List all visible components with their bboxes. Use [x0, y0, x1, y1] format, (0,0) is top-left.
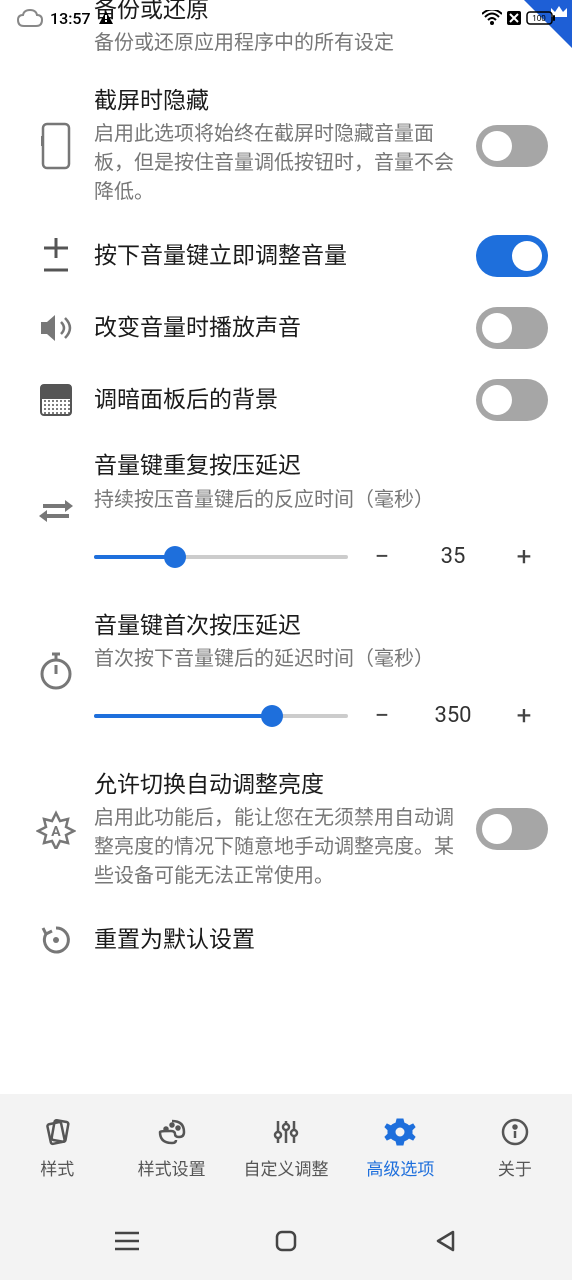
battery-icon: 100 — [526, 11, 556, 25]
setting-title: 调暗面板后的背景 — [94, 384, 462, 416]
setting-play-sound[interactable]: 改变音量时播放声音 — [0, 292, 572, 364]
decrease-repeat-delay-button[interactable]: − — [358, 542, 406, 572]
setting-reset[interactable]: 重置为默认设置 — [0, 904, 572, 976]
system-nav — [0, 1202, 572, 1280]
toggle-dim-background[interactable] — [476, 379, 548, 421]
settings-list: 备份或还原 备份或还原应用程序中的所有设定 截屏时隐藏 启用此选项将始终在截屏时… — [0, 0, 572, 1094]
phone-icon — [39, 122, 73, 170]
cards-icon — [41, 1117, 73, 1147]
back-icon — [434, 1229, 456, 1253]
setting-title: 音量键首次按压延迟 — [94, 610, 548, 642]
tab-custom[interactable]: 自定义调整 — [229, 1094, 343, 1202]
first-delay-value: 350 — [416, 703, 490, 728]
increase-repeat-delay-button[interactable]: + — [500, 542, 548, 572]
setting-first-delay: 音量键首次按压延迟 首次按下音量键后的延迟时间（毫秒） − 350 + — [0, 596, 572, 755]
slider-repeat-delay[interactable] — [94, 555, 348, 559]
status-time: 13:57 — [50, 9, 91, 28]
repeat-icon — [37, 494, 75, 528]
svg-text:100: 100 — [532, 14, 546, 23]
setting-desc: 启用此选项将始终在截屏时隐藏音量面板，但是按住音量调低按钮时，音量不会降低。 — [94, 119, 462, 206]
warning-icon — [97, 9, 115, 27]
setting-title: 重置为默认设置 — [94, 924, 548, 956]
info-icon — [500, 1117, 530, 1147]
stopwatch-icon — [38, 650, 74, 690]
reset-icon — [38, 922, 74, 958]
setting-title: 改变音量时播放声音 — [94, 312, 462, 344]
svg-text:A: A — [51, 824, 61, 840]
back-button[interactable] — [415, 1219, 475, 1263]
sliders-icon — [270, 1117, 302, 1147]
setting-title: 音量键重复按压延迟 — [94, 450, 548, 482]
speaker-icon — [37, 312, 75, 344]
bottom-nav: 样式 样式设置 自定义调整 高级选项 关于 — [0, 1094, 572, 1202]
cloud-icon — [16, 8, 44, 28]
palette-icon — [156, 1117, 188, 1147]
nav-label: 自定义调整 — [244, 1155, 329, 1180]
nav-label: 样式设置 — [138, 1155, 206, 1180]
setting-title: 允许切换自动调整亮度 — [94, 769, 462, 801]
tab-style[interactable]: 样式 — [0, 1094, 114, 1202]
decrease-first-delay-button[interactable]: − — [358, 701, 406, 731]
setting-hide-on-screenshot[interactable]: 截屏时隐藏 启用此选项将始终在截屏时隐藏音量面板，但是按住音量调低按钮时，音量不… — [0, 71, 572, 220]
setting-auto-brightness[interactable]: A 允许切换自动调整亮度 启用此功能后，能让您在无须禁用自动调整亮度的情况下随意… — [0, 755, 572, 904]
slider-first-delay[interactable] — [94, 714, 348, 718]
nav-label: 样式 — [40, 1155, 74, 1180]
recent-apps-button[interactable] — [97, 1219, 157, 1263]
nav-label: 关于 — [498, 1155, 532, 1180]
nav-label: 高级选项 — [366, 1155, 434, 1180]
auto-brightness-icon: A — [36, 809, 76, 849]
toggle-play-sound[interactable] — [476, 307, 548, 349]
plus-minus-icon — [38, 236, 74, 276]
menu-icon — [113, 1230, 141, 1252]
gradient-icon — [39, 383, 73, 417]
toggle-auto-brightness[interactable] — [476, 808, 548, 850]
square-icon — [274, 1229, 298, 1253]
setting-desc: 首次按下音量键后的延迟时间（毫秒） — [94, 644, 548, 673]
increase-first-delay-button[interactable]: + — [500, 701, 548, 731]
setting-title: 按下音量键立即调整音量 — [94, 240, 462, 272]
setting-repeat-delay: 音量键重复按压延迟 持续按压音量键后的反应时间（毫秒） − 35 + — [0, 436, 572, 595]
setting-immediate-volume[interactable]: 按下音量键立即调整音量 — [0, 220, 572, 292]
setting-desc: 启用此功能后，能让您在无须禁用自动调整亮度的情况下随意地手动调整亮度。某些设备可… — [94, 803, 462, 890]
toggle-hide-on-screenshot[interactable] — [476, 125, 548, 167]
toggle-immediate-volume[interactable] — [476, 235, 548, 277]
sim-icon — [506, 10, 522, 26]
home-button[interactable] — [256, 1219, 316, 1263]
repeat-delay-value: 35 — [416, 544, 490, 569]
setting-desc: 持续按压音量键后的反应时间（毫秒） — [94, 485, 548, 514]
gear-icon — [384, 1117, 416, 1147]
tab-style-settings[interactable]: 样式设置 — [114, 1094, 228, 1202]
tab-about[interactable]: 关于 — [458, 1094, 572, 1202]
wifi-icon — [482, 10, 502, 26]
tab-advanced[interactable]: 高级选项 — [343, 1094, 457, 1202]
setting-dim-background[interactable]: 调暗面板后的背景 — [0, 364, 572, 436]
status-bar: 13:57 100 — [0, 0, 572, 36]
setting-title: 截屏时隐藏 — [94, 85, 462, 117]
